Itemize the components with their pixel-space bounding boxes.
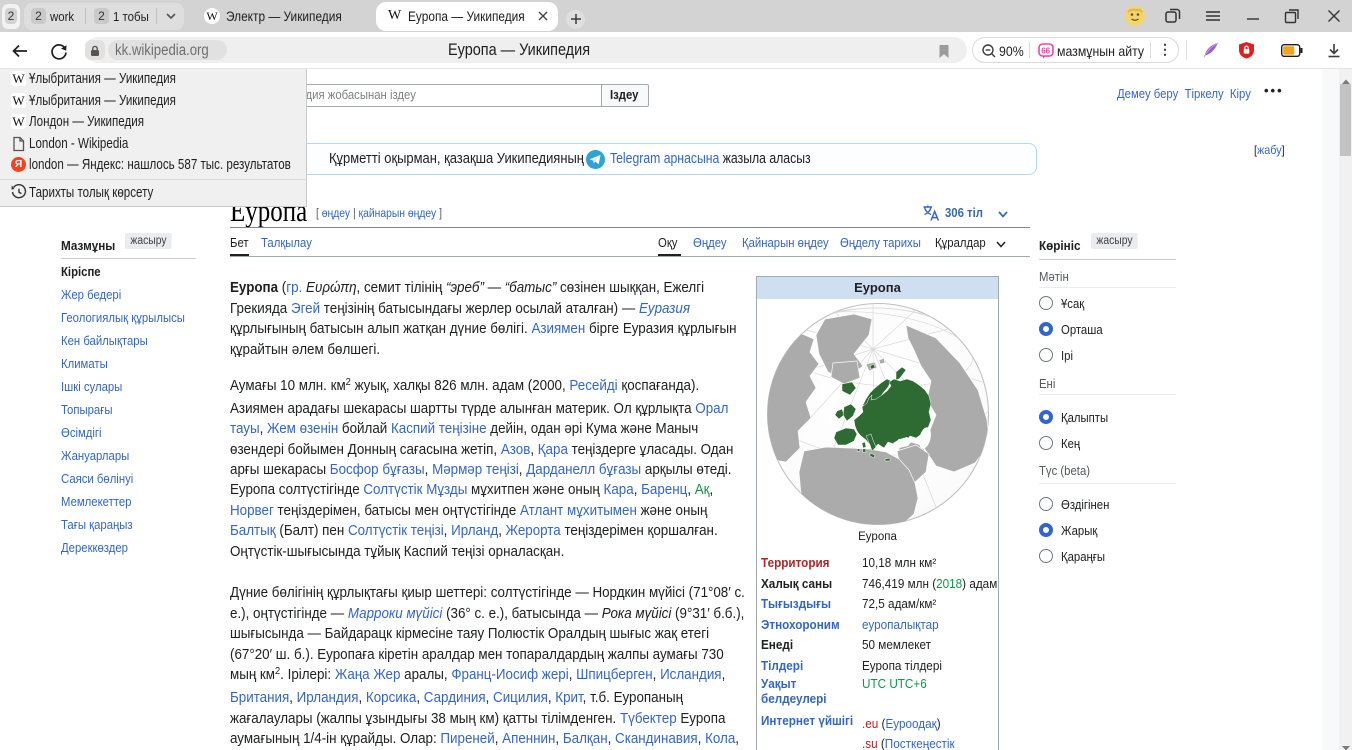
svg-text:66: 66 [1041, 47, 1050, 56]
